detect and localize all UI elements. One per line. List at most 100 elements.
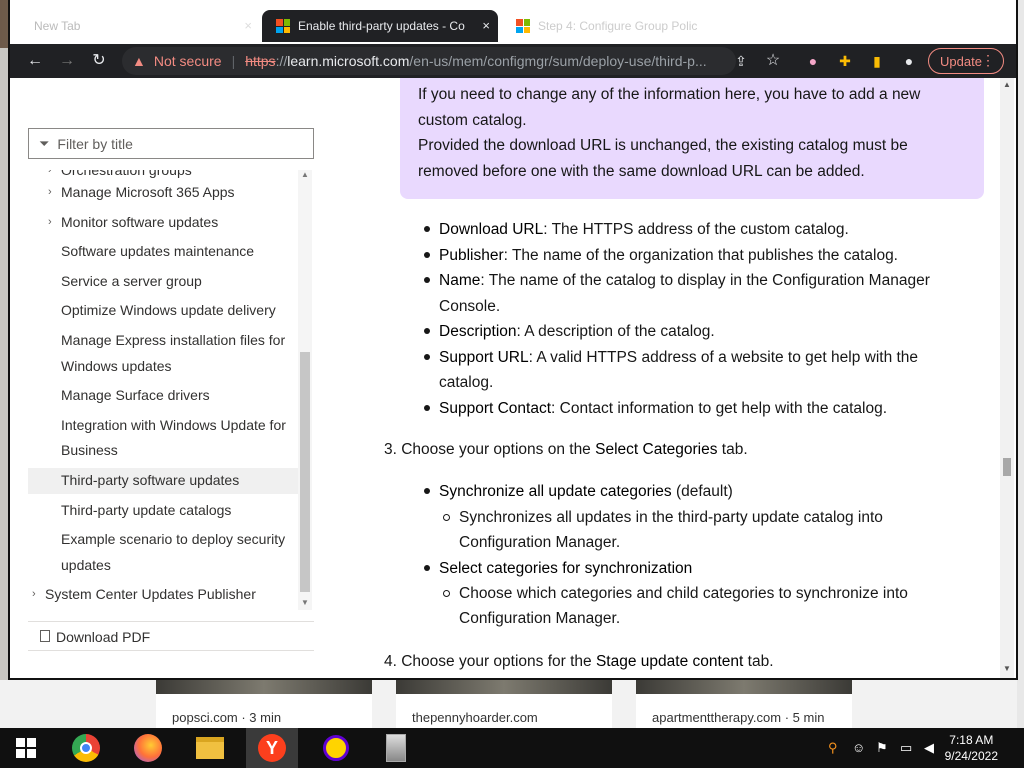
toc-item[interactable]: Business (28, 438, 298, 464)
toc-item-label: Monitor software updates (61, 214, 219, 230)
clock[interactable]: 7:18 AM 9/24/2022 (945, 732, 998, 764)
menu-kebab-icon[interactable]: ⋮ (981, 52, 995, 69)
toc-item[interactable]: › Manage Microsoft 365 Apps (28, 180, 298, 206)
field-line: Console. (439, 294, 500, 320)
bookmark-star-icon[interactable]: ☆ (762, 51, 784, 71)
step-4: 4. Choose your options for the Stage upd… (384, 649, 774, 675)
field-text: : A description of the catalog. (516, 323, 715, 340)
note-line: If you need to change any of the informa… (418, 86, 921, 103)
field-text: : The name of the catalog to display in … (480, 272, 930, 289)
security-status[interactable]: Not secure (154, 53, 222, 69)
update-label: Update (940, 53, 982, 69)
toc-item-label: Service a server group (61, 273, 202, 289)
toc-item[interactable]: Integration with Windows Update for (28, 413, 298, 439)
update-button[interactable]: Update ⋮ (928, 48, 1004, 74)
extensions-puzzle-icon[interactable]: ✚ (834, 51, 856, 71)
taskbar-yandex[interactable]: Y (246, 728, 298, 768)
toc-item[interactable]: › System Center Updates Publisher (28, 582, 298, 606)
field-text: : Contact information to get help with t… (551, 399, 888, 417)
reload-icon[interactable]: ↻ (88, 51, 110, 71)
file-explorer-icon (196, 737, 224, 759)
field-term: Support URL (439, 348, 529, 366)
article-scrollbar[interactable]: ▲ ▼ (1000, 78, 1014, 678)
app-icon (386, 734, 406, 762)
field-text: catalog. (439, 374, 494, 391)
scroll-down-icon[interactable]: ▼ (301, 598, 309, 607)
scroll-down-icon[interactable]: ▼ (1003, 664, 1011, 673)
scroll-up-icon[interactable]: ▲ (301, 170, 309, 179)
search-icon[interactable]: ⚲ (828, 740, 838, 756)
taskbar-file-explorer[interactable] (184, 728, 236, 768)
extension-flag-icon[interactable]: ● (802, 51, 824, 71)
scroll-up-icon[interactable]: ▲ (1003, 80, 1011, 89)
background-scrollbar[interactable] (1017, 0, 1024, 728)
option-description: Choose which categories and child catego… (459, 585, 908, 602)
note-callout: If you need to change any of the informa… (400, 78, 984, 199)
back-icon[interactable]: ← (24, 51, 46, 71)
toc-item-label: Windows updates (61, 358, 172, 374)
address-bar[interactable]: ▲ Not secure | https :// learn.microsoft… (122, 47, 736, 75)
taskbar: Y ⚲ ☺ ⚑ ▭ ◀ 7:18 AM 9/24/2022 (0, 728, 1024, 768)
taskbar-firefox[interactable] (122, 728, 174, 768)
toc-item[interactable]: updates (28, 553, 298, 579)
bullet (424, 353, 430, 360)
news-card[interactable]: apartmenttherapy.com · 5 min (636, 680, 852, 728)
taskbar-chrome[interactable] (60, 728, 112, 768)
tab-strip: New Tab × Enable third-party updates - C… (10, 0, 1016, 44)
volume-icon[interactable]: ◀ (924, 740, 934, 756)
toc-item[interactable]: Manage Express installation files for (28, 328, 298, 354)
close-tab-icon[interactable]: × (482, 18, 490, 33)
url-sep: :// (275, 53, 288, 69)
tab-label: Step 4: Configure Group Polic (538, 19, 698, 33)
toc-item[interactable]: Optimize Windows update delivery (28, 298, 298, 324)
toc-item[interactable]: Third-party software updates (28, 468, 298, 494)
network-icon[interactable]: ▭ (900, 740, 912, 756)
tab-new-tab[interactable]: New Tab × (20, 10, 260, 42)
toc-item[interactable]: Third-party update catalogs (28, 498, 298, 524)
toc-item[interactable]: Software updates maintenance (28, 239, 298, 265)
scrollbar-thumb[interactable] (1003, 458, 1011, 476)
filter-input[interactable]: ⏷ Filter by title (28, 128, 314, 159)
option-select-categories: Select categories for synchronization (439, 556, 692, 582)
maximize-icon[interactable]: ▣ (950, 2, 974, 18)
option-suffix: (default) (671, 483, 733, 500)
field-text: : A valid HTTPS address of a website to … (528, 348, 919, 366)
tab-label: Enable third-party updates - Co (298, 19, 465, 33)
step-3-prefix: 3. Choose your options on the (384, 441, 596, 458)
toc-item-label: Optimize Windows update delivery (61, 302, 276, 318)
tab-step-4[interactable]: Step 4: Configure Group Polic (502, 10, 732, 42)
share-icon[interactable]: ⇪ (730, 51, 752, 71)
toc-item[interactable]: Manage Surface drivers (28, 383, 298, 409)
browser-window: New Tab × Enable third-party updates - C… (8, 0, 1018, 680)
profile-avatar-icon[interactable]: ● (898, 51, 920, 71)
close-tab-icon[interactable]: × (244, 18, 252, 33)
toc-item[interactable]: Windows updates (28, 354, 298, 380)
scrollbar-thumb[interactable] (300, 352, 310, 592)
start-button[interactable] (0, 728, 52, 768)
option-sync-all: Synchronize all update categories (defau… (439, 479, 733, 505)
toc-item[interactable]: Service a server group (28, 269, 298, 295)
url-host: learn.microsoft.com (287, 53, 410, 69)
option-description: Synchronizes all updates in the third-pa… (459, 509, 883, 526)
start-icon (16, 738, 36, 758)
side-panel-icon[interactable]: ▮ (866, 51, 888, 71)
news-card[interactable]: popsci.com · 3 min (156, 680, 372, 728)
download-pdf-link[interactable]: Download PDF (40, 629, 150, 645)
emoji-icon[interactable]: ☺ (852, 740, 865, 755)
toc-item[interactable]: Example scenario to deploy security (28, 527, 298, 553)
yahoo-messenger-icon (323, 735, 349, 761)
flag-icon[interactable]: ⚑ (876, 740, 888, 756)
toc-item-label: Manage Express installation files for (61, 332, 286, 348)
close-window-icon[interactable]: ✕ (980, 2, 1004, 18)
taskbar-app[interactable] (370, 728, 422, 768)
taskbar-yahoo-messenger[interactable] (310, 728, 362, 768)
minimize-icon[interactable]: — (922, 2, 946, 17)
toc-scrollbar[interactable]: ▲ ▼ (298, 170, 312, 610)
forward-icon[interactable]: → (56, 51, 78, 71)
news-card[interactable]: thepennyhoarder.com (396, 680, 612, 728)
tab-enable-third-party-updates[interactable]: Enable third-party updates - Co × (262, 10, 498, 42)
toc-item[interactable]: › Monitor software updates (28, 210, 298, 236)
step-3-bold: Select Categories (595, 441, 718, 458)
toc-item-label: Software updates maintenance (61, 243, 255, 259)
clock-date: 9/24/2022 (944, 749, 998, 763)
